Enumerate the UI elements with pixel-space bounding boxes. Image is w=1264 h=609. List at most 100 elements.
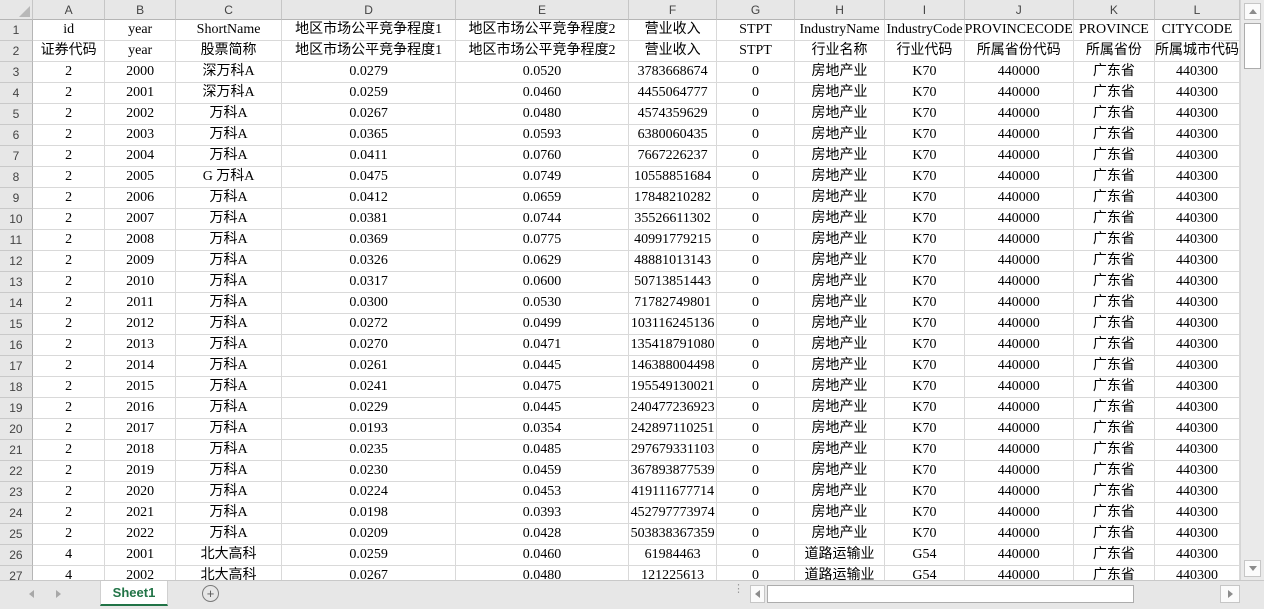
cell-C13[interactable]: 万科A — [175, 272, 283, 293]
row-header-25[interactable]: 25 — [0, 524, 33, 545]
cell-B25[interactable]: 2022 — [105, 524, 176, 545]
cell-I11[interactable]: K70 — [885, 230, 965, 251]
cell-D6[interactable]: 0.0365 — [282, 125, 457, 146]
cell-L18[interactable]: 440300 — [1154, 377, 1240, 398]
cell-H18[interactable]: 房地产业 — [794, 377, 886, 398]
cell-G17[interactable]: 0 — [717, 356, 795, 377]
add-sheet-button[interactable]: + — [202, 585, 219, 602]
cell-L23[interactable]: 440300 — [1154, 482, 1240, 503]
cell-I1[interactable]: IndustryCode — [885, 20, 965, 41]
cell-E11[interactable]: 0.0775 — [456, 230, 630, 251]
cell-E23[interactable]: 0.0453 — [456, 482, 630, 503]
cell-L26[interactable]: 440300 — [1154, 545, 1240, 566]
cell-F6[interactable]: 6380060435 — [629, 125, 718, 146]
cell-J3[interactable]: 440000 — [964, 62, 1074, 83]
cell-G10[interactable]: 0 — [717, 209, 795, 230]
cell-J1[interactable]: PROVINCECODE — [964, 20, 1074, 41]
cell-B16[interactable]: 2013 — [105, 335, 176, 356]
cell-F19[interactable]: 240477236923 — [629, 398, 718, 419]
column-header-L[interactable]: L — [1154, 0, 1240, 20]
cell-G2[interactable]: STPT — [717, 41, 795, 62]
cell-D16[interactable]: 0.0270 — [282, 335, 457, 356]
row-header-1[interactable]: 1 — [0, 20, 33, 41]
cell-G27[interactable]: 0 — [717, 566, 795, 580]
cell-G24[interactable]: 0 — [717, 503, 795, 524]
cell-J25[interactable]: 440000 — [964, 524, 1074, 545]
cell-D20[interactable]: 0.0193 — [282, 419, 457, 440]
cell-G1[interactable]: STPT — [717, 20, 795, 41]
cell-I4[interactable]: K70 — [885, 83, 965, 104]
cell-B1[interactable]: year — [105, 20, 176, 41]
cell-K3[interactable]: 广东省 — [1073, 62, 1155, 83]
cell-A23[interactable]: 2 — [32, 482, 106, 503]
cell-D21[interactable]: 0.0235 — [282, 440, 457, 461]
cell-D10[interactable]: 0.0381 — [282, 209, 457, 230]
cell-L4[interactable]: 440300 — [1154, 83, 1240, 104]
column-header-I[interactable]: I — [885, 0, 965, 20]
column-header-H[interactable]: H — [794, 0, 886, 20]
cell-G26[interactable]: 0 — [717, 545, 795, 566]
row-header-8[interactable]: 8 — [0, 167, 33, 188]
cell-C1[interactable]: ShortName — [175, 20, 283, 41]
column-header-B[interactable]: B — [105, 0, 176, 20]
cell-D13[interactable]: 0.0317 — [282, 272, 457, 293]
cell-K17[interactable]: 广东省 — [1073, 356, 1155, 377]
cell-A6[interactable]: 2 — [32, 125, 106, 146]
row-header-11[interactable]: 11 — [0, 230, 33, 251]
cell-K24[interactable]: 广东省 — [1073, 503, 1155, 524]
row-header-20[interactable]: 20 — [0, 419, 33, 440]
cell-C18[interactable]: 万科A — [175, 377, 283, 398]
cell-H26[interactable]: 道路运输业 — [794, 545, 886, 566]
cell-E21[interactable]: 0.0485 — [456, 440, 630, 461]
cell-G8[interactable]: 0 — [717, 167, 795, 188]
cell-C11[interactable]: 万科A — [175, 230, 283, 251]
cell-C15[interactable]: 万科A — [175, 314, 283, 335]
cell-D27[interactable]: 0.0267 — [282, 566, 457, 580]
cell-D8[interactable]: 0.0475 — [282, 167, 457, 188]
cell-A21[interactable]: 2 — [32, 440, 106, 461]
cell-C7[interactable]: 万科A — [175, 146, 283, 167]
row-header-23[interactable]: 23 — [0, 482, 33, 503]
cell-J9[interactable]: 440000 — [964, 188, 1074, 209]
cell-H20[interactable]: 房地产业 — [794, 419, 886, 440]
cell-C24[interactable]: 万科A — [175, 503, 283, 524]
cell-C23[interactable]: 万科A — [175, 482, 283, 503]
cell-B8[interactable]: 2005 — [105, 167, 176, 188]
cell-E9[interactable]: 0.0659 — [456, 188, 630, 209]
cell-G20[interactable]: 0 — [717, 419, 795, 440]
sheet-nav-right-button[interactable] — [51, 587, 65, 601]
cell-H6[interactable]: 房地产业 — [794, 125, 886, 146]
cell-D25[interactable]: 0.0209 — [282, 524, 457, 545]
cell-B15[interactable]: 2012 — [105, 314, 176, 335]
row-header-9[interactable]: 9 — [0, 188, 33, 209]
cell-F26[interactable]: 61984463 — [629, 545, 718, 566]
cell-D22[interactable]: 0.0230 — [282, 461, 457, 482]
cell-D24[interactable]: 0.0198 — [282, 503, 457, 524]
cell-K19[interactable]: 广东省 — [1073, 398, 1155, 419]
cell-J19[interactable]: 440000 — [964, 398, 1074, 419]
cell-L9[interactable]: 440300 — [1154, 188, 1240, 209]
horizontal-scrollbar[interactable] — [750, 585, 1240, 603]
cell-I12[interactable]: K70 — [885, 251, 965, 272]
cell-H2[interactable]: 行业名称 — [794, 41, 886, 62]
cell-G5[interactable]: 0 — [717, 104, 795, 125]
cell-F24[interactable]: 452797773974 — [629, 503, 718, 524]
cell-B9[interactable]: 2006 — [105, 188, 176, 209]
horizontal-scroll-track[interactable] — [1134, 585, 1220, 603]
cell-A27[interactable]: 4 — [32, 566, 106, 580]
cell-C4[interactable]: 深万科A — [175, 83, 283, 104]
cell-C5[interactable]: 万科A — [175, 104, 283, 125]
cell-B4[interactable]: 2001 — [105, 83, 176, 104]
cell-A13[interactable]: 2 — [32, 272, 106, 293]
tab-sheet1[interactable]: Sheet1 — [100, 581, 168, 606]
vertical-scroll-thumb[interactable] — [1244, 23, 1261, 69]
row-header-4[interactable]: 4 — [0, 83, 33, 104]
cell-H23[interactable]: 房地产业 — [794, 482, 886, 503]
cell-L11[interactable]: 440300 — [1154, 230, 1240, 251]
cell-J20[interactable]: 440000 — [964, 419, 1074, 440]
cell-G18[interactable]: 0 — [717, 377, 795, 398]
cell-H21[interactable]: 房地产业 — [794, 440, 886, 461]
cell-L17[interactable]: 440300 — [1154, 356, 1240, 377]
cell-A20[interactable]: 2 — [32, 419, 106, 440]
cell-K21[interactable]: 广东省 — [1073, 440, 1155, 461]
